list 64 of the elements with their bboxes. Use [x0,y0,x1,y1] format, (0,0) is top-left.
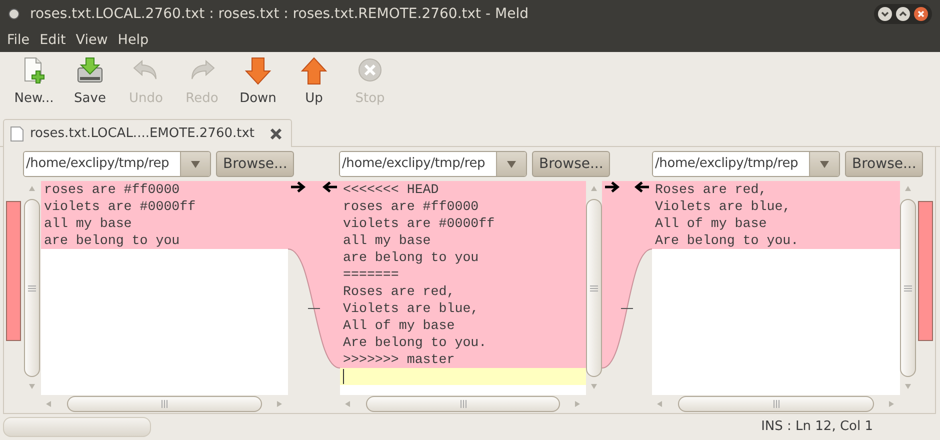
scrollbar-thumb[interactable] [67,396,262,412]
menu-item[interactable]: Help [112,30,154,50]
browse-button[interactable]: Browse... [216,151,294,177]
grip-icon [28,284,36,292]
file-tab[interactable]: roses.txt.LOCAL....EMOTE.2760.txt [3,119,292,147]
maximize-icon[interactable] [895,6,911,22]
right-arrow-icon [290,181,306,193]
right-arrow-icon [604,181,620,193]
grip-icon [161,400,168,408]
dropdown-button[interactable] [180,152,210,176]
menu-item[interactable]: View [70,30,113,50]
scroll-down-icon[interactable] [590,383,598,391]
cursor-position: INS : Ln 12, Col 1 [761,418,873,436]
scrollbar-thumb[interactable] [678,396,874,412]
scrollbar-thumb[interactable] [366,396,560,412]
copy-right-button[interactable] [290,181,306,193]
minimize-icon[interactable] [877,6,893,22]
down-arrow-icon [242,54,274,84]
browse-button[interactable]: Browse... [845,151,924,177]
browse-button[interactable]: Browse... [532,151,610,177]
document-icon [10,126,24,142]
close-icon[interactable] [913,6,929,22]
close-icon[interactable] [268,126,283,140]
toolbar-button[interactable]: Down [232,54,284,108]
scroll-right-icon[interactable] [574,400,582,408]
menu-item[interactable]: File [2,30,35,50]
toolbar-button[interactable]: Up [288,54,340,108]
window-title: roses.txt.LOCAL.2760.txt : roses.txt : roses.txt.REMOTE.2760.txt - Meld [30,4,528,24]
text-cursor [343,368,344,384]
copy-left-button[interactable] [322,181,338,193]
caret-icon [820,160,829,168]
scrollbar-thumb[interactable] [24,199,40,377]
scroll-right-icon[interactable] [276,400,284,408]
scroll-up-icon[interactable] [590,185,598,193]
path-combo[interactable]: /home/exclipy/tmp/rep [652,151,840,177]
scroll-down-icon[interactable] [28,383,36,391]
scroll-down-icon[interactable] [904,383,912,391]
left-arrow-icon [322,181,338,193]
grip-icon [772,400,780,408]
dropdown-button[interactable] [496,152,526,176]
scroll-left-icon[interactable] [45,400,53,408]
grip-icon [904,284,912,292]
scrollbar-thumb[interactable] [900,199,916,377]
copy-right-button[interactable] [604,181,620,193]
copy-left-button[interactable] [634,181,650,193]
scroll-left-icon[interactable] [656,400,664,408]
app-icon [8,8,20,20]
scroll-left-icon[interactable] [344,400,352,408]
caret-icon [191,160,200,168]
scroll-right-icon[interactable] [888,400,896,408]
path-combo[interactable]: /home/exclipy/tmp/rep [339,151,527,177]
dropdown-button[interactable] [809,152,839,176]
grip-icon [460,400,466,408]
scrollbar-thumb[interactable] [586,199,602,377]
scroll-up-icon[interactable] [28,185,36,193]
left-arrow-icon [634,181,650,193]
toolbar-button[interactable]: Save [64,54,116,108]
scroll-up-icon[interactable] [904,185,912,193]
menu-item[interactable]: Edit [34,30,71,50]
caret-icon [507,160,516,168]
path-combo[interactable]: /home/exclipy/tmp/rep [23,151,211,177]
grip-icon [590,284,598,292]
up-arrow-icon [298,54,330,84]
toolbar-button[interactable]: New... [8,54,60,108]
